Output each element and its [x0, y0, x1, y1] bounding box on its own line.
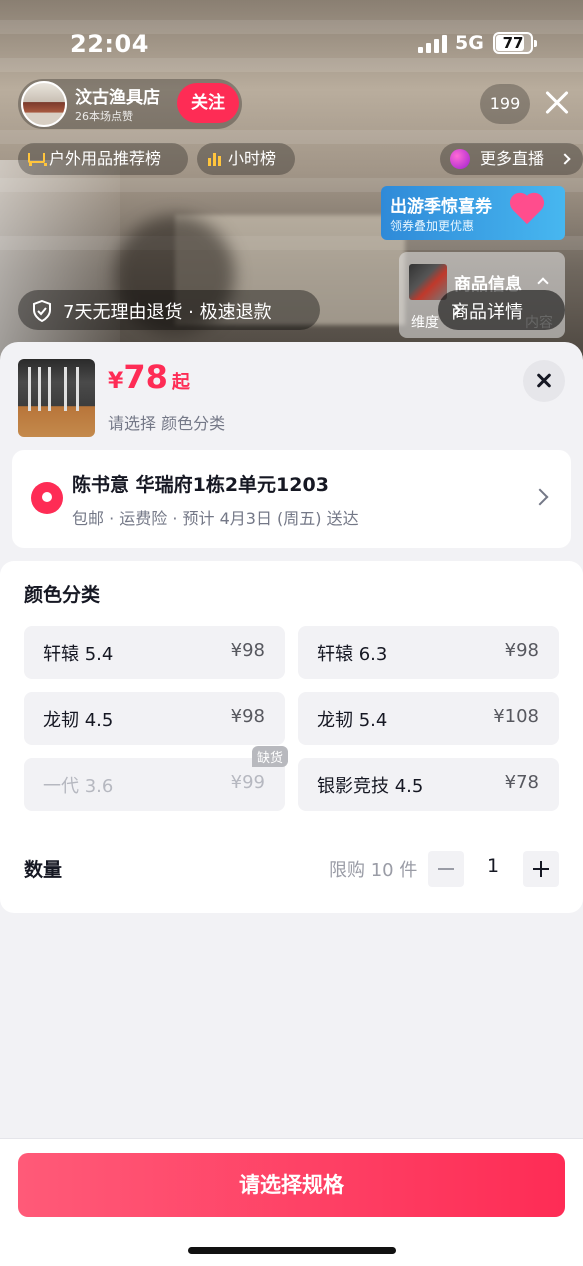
- option-price: ¥98: [504, 640, 539, 661]
- signal-icon: [418, 35, 448, 53]
- more-live-chip[interactable]: 更多直播: [440, 143, 583, 175]
- location-pin-icon: [31, 482, 63, 514]
- product-detail-label: 商品详情: [451, 302, 523, 323]
- price: ¥78 起: [108, 358, 190, 396]
- product-image[interactable]: [18, 359, 95, 437]
- quantity-label: 数量: [24, 859, 63, 881]
- live-orb-icon: [450, 149, 470, 169]
- heart-icon: [514, 192, 552, 230]
- close-live-icon[interactable]: [540, 86, 574, 120]
- option-price: ¥99: [230, 772, 265, 793]
- option-name: 轩辕 5.4: [43, 644, 114, 665]
- option-price: ¥98: [230, 706, 265, 727]
- close-sheet-button[interactable]: [523, 360, 565, 402]
- battery-icon: 77: [493, 32, 537, 54]
- status-bar: 22:04 5G 77: [0, 0, 583, 88]
- price-amount: 78: [123, 358, 168, 396]
- status-time: 22:04: [70, 30, 149, 58]
- option-price: ¥108: [493, 706, 539, 727]
- sheet-header: ¥78 起 请选择 颜色分类: [0, 342, 583, 442]
- network-type: 5G: [455, 32, 484, 54]
- bar-chart-icon: [205, 151, 223, 167]
- option-item-out-of-stock[interactable]: 一代 3.6 ¥99 缺货: [24, 746, 288, 811]
- price-currency: ¥: [108, 369, 124, 394]
- sku-selection-sheet: ¥78 起 请选择 颜色分类 陈书意 华瑞府1栋2单元1203 包邮 · 运费险 …: [0, 342, 583, 1266]
- host-name: 汶古渔具店: [75, 88, 160, 108]
- selection-hint: 请选择 颜色分类: [108, 414, 226, 433]
- address-main: 陈书意 华瑞府1栋2单元1203: [72, 474, 329, 496]
- product-detail-button[interactable]: 商品详情: [438, 290, 565, 330]
- coupon-title: 出游季惊喜券: [390, 197, 492, 217]
- coupon-banner[interactable]: 出游季惊喜券 领券叠加更优惠: [381, 186, 565, 240]
- option-item[interactable]: 银影竞技 4.5 ¥78: [298, 758, 559, 811]
- option-item[interactable]: 轩辕 6.3 ¥98: [298, 626, 559, 679]
- option-item[interactable]: 轩辕 5.4 ¥98: [24, 626, 285, 679]
- quantity-increase-button[interactable]: [523, 851, 559, 887]
- follow-button[interactable]: 关注: [177, 83, 239, 123]
- battery-level: 77: [502, 34, 524, 52]
- avatar[interactable]: [21, 81, 67, 127]
- rank-chip-label: 户外用品推荐榜: [49, 149, 162, 168]
- home-indicator[interactable]: [188, 1247, 396, 1254]
- price-suffix: 起: [171, 372, 190, 393]
- cart-icon: [26, 151, 47, 167]
- hourly-rank-label: 小时榜: [228, 149, 277, 168]
- options-title: 颜色分类: [24, 584, 101, 606]
- viewer-count[interactable]: 199: [480, 84, 530, 124]
- option-item[interactable]: 龙韧 5.4 ¥108: [298, 692, 559, 745]
- option-price: ¥98: [230, 640, 265, 661]
- option-name: 龙韧 5.4: [317, 710, 388, 731]
- shield-check-icon: [33, 300, 51, 322]
- option-name: 轩辕 6.3: [317, 644, 388, 665]
- quantity-value[interactable]: 1: [474, 855, 512, 877]
- option-item[interactable]: 龙韧 4.5 ¥98: [24, 692, 285, 745]
- hourly-rank-chip[interactable]: 小时榜: [197, 143, 295, 175]
- option-name: 一代 3.6: [43, 776, 114, 797]
- product-info-sub: 维度: [411, 315, 439, 331]
- purchase-limit: 限购 10 件: [329, 860, 418, 881]
- options-card: 颜色分类 轩辕 5.4 ¥98 轩辕 6.3 ¥98 龙韧 4.5 ¥98 龙韧…: [0, 561, 583, 913]
- chevron-right-icon: [559, 153, 571, 165]
- option-name: 龙韧 4.5: [43, 710, 114, 731]
- option-price: ¥78: [504, 772, 539, 793]
- out-of-stock-badge: 缺货: [251, 746, 288, 767]
- host-likes: 26本场点赞: [75, 110, 133, 123]
- return-policy-badge: 7天无理由退货 · 极速退款: [18, 290, 320, 330]
- chevron-right-icon: [531, 488, 549, 506]
- quantity-decrease-button[interactable]: [428, 851, 464, 887]
- bottom-action-bar: 请选择规格: [0, 1138, 583, 1266]
- chevron-up-icon: [537, 277, 549, 289]
- coupon-subtitle: 领券叠加更优惠: [390, 219, 475, 233]
- select-spec-button[interactable]: 请选择规格: [18, 1153, 565, 1217]
- more-live-label: 更多直播: [480, 149, 545, 168]
- product-thumbnail: [409, 264, 447, 300]
- option-name: 银影竞技 4.5: [317, 776, 424, 797]
- rank-chip[interactable]: 户外用品推荐榜: [18, 143, 188, 175]
- delivery-info: 包邮 · 运费险 · 预计 4月3日 (周五) 送达: [72, 509, 359, 528]
- return-policy-text: 7天无理由退货 · 极速退款: [63, 302, 272, 323]
- address-card[interactable]: 陈书意 华瑞府1栋2单元1203 包邮 · 运费险 · 预计 4月3日 (周五)…: [12, 450, 571, 548]
